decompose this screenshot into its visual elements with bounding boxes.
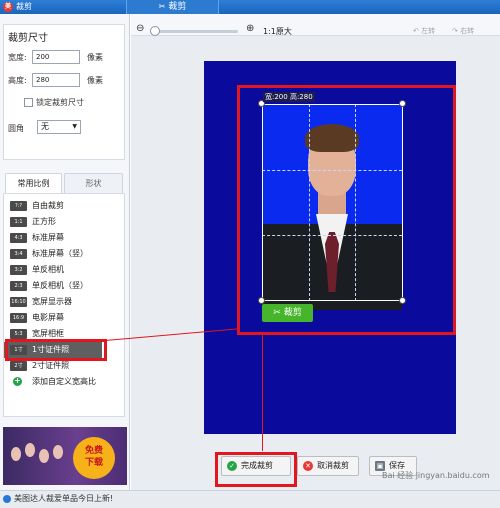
ratio-item-widescreen-monitor[interactable]: 16:10 宽屏显示器 (4, 294, 124, 310)
ad-line2: 下载 (84, 458, 103, 468)
finish-crop-label: 完成裁剪 (241, 461, 273, 470)
width-input[interactable]: 200 (32, 50, 80, 64)
ratio-item-movie-screen[interactable]: 16:9 电影屏幕 (4, 310, 124, 326)
annotation-arrow (262, 335, 263, 451)
tab-common-ratio[interactable]: 常用比例 (5, 173, 62, 193)
ratio-item-standard[interactable]: 4:3 标准屏幕 (4, 230, 124, 246)
ad-line1: 免费 (84, 446, 103, 456)
status-bar: 美图达人裁爱单品今日上新! (0, 490, 500, 508)
lock-size-label: 锁定裁剪尺寸 (36, 98, 84, 107)
ratio-item-standard-vertical[interactable]: 3:4 标准屏幕（竖） (4, 246, 124, 262)
watermark: Bai 经验 jingyan.baidu.com (382, 471, 490, 480)
ratio-free-icon: ?:? (10, 201, 27, 211)
rotate-right-button[interactable]: ↷ 右转 (452, 26, 474, 36)
width-label: 宽度: (8, 53, 27, 62)
cancel-crop-button[interactable]: ✕ 取消裁剪 (297, 456, 359, 476)
ratio-item-free[interactable]: ?:? 自由裁剪 (4, 198, 124, 214)
corner-label: 圆角 (8, 124, 24, 133)
ad-free-download-badge[interactable]: 免费 下载 (73, 437, 115, 479)
id-photo-icon: 2寸 (10, 361, 27, 371)
ratio-list: ?:? 自由裁剪 1:1 正方形 4:3 标准屏幕 3:4 标准屏幕（竖） 3:… (3, 193, 125, 417)
zoom-slider[interactable] (150, 30, 238, 33)
ratio-1-1-icon: 1:1 (10, 217, 27, 227)
close-icon: ✕ (303, 461, 313, 471)
ratio-item-label: 单反相机（竖） (32, 281, 88, 290)
ratio-4-3-icon: 4:3 (10, 233, 27, 243)
annotation-box-ratio (5, 339, 107, 361)
zoom-out-icon[interactable]: ⊖ (136, 23, 144, 34)
finish-crop-button[interactable]: ✓ 完成裁剪 (221, 456, 291, 476)
ratio-16-9-icon: 16:9 (10, 313, 27, 323)
add-custom-ratio-label: 添加自定义宽高比 (32, 377, 96, 386)
zoom-slider-handle[interactable] (150, 26, 160, 36)
ad-thumbnails (9, 439, 69, 475)
tab-shape[interactable]: 形状 (64, 173, 123, 193)
ratio-item-label: 正方形 (32, 217, 56, 226)
corner-select[interactable]: 无 ▼ (37, 120, 81, 134)
ad-banner[interactable]: 免费 下载 (3, 427, 127, 485)
height-label: 高度: (8, 76, 27, 85)
crop-size-title: 裁剪尺寸 (8, 33, 48, 44)
ratio-item-label: 自由裁剪 (32, 201, 64, 210)
rotate-left-button[interactable]: ↶ 左转 (413, 26, 435, 36)
ratio-item-label: 标准屏幕（竖） (32, 249, 88, 258)
ratio-tabs: 常用比例 形状 (3, 173, 125, 193)
width-unit: 像素 (87, 53, 103, 62)
plus-icon: + (13, 376, 22, 386)
zoom-in-icon[interactable]: ⊕ (246, 23, 254, 34)
lock-size-checkbox[interactable] (24, 98, 33, 107)
cancel-crop-label: 取消裁剪 (317, 461, 349, 470)
chevron-down-icon: ▼ (72, 123, 77, 130)
ratio-item-square[interactable]: 1:1 正方形 (4, 214, 124, 230)
height-unit: 像素 (87, 76, 103, 85)
app-title: 裁剪 (16, 2, 32, 11)
ratio-5-3-icon: 5:3 (10, 329, 27, 339)
ratio-item-label: 宽屏显示器 (32, 297, 72, 306)
annotation-box-crop (237, 85, 456, 335)
ratio-3-4-icon: 3:4 (10, 249, 27, 259)
ratio-3-2-icon: 3:2 (10, 265, 27, 275)
ratio-16-10-icon: 16:10 (10, 297, 27, 307)
crop-size-box: 裁剪尺寸 宽度: 200 像素 高度: 280 像素 锁定裁剪尺寸 圆角 无 ▼ (3, 24, 125, 160)
ratio-item-label: 标准屏幕 (32, 233, 64, 242)
height-input[interactable]: 280 (32, 73, 80, 87)
info-icon (3, 495, 11, 503)
app-logo-icon: 美 (3, 2, 13, 12)
ratio-2-3-icon: 2:3 (10, 281, 27, 291)
check-icon: ✓ (227, 461, 237, 471)
add-custom-ratio[interactable]: + 添加自定义宽高比 (4, 374, 124, 390)
corner-select-value: 无 (41, 122, 49, 131)
ratio-item-dslr-vertical[interactable]: 2:3 单反相机（竖） (4, 278, 124, 294)
ratio-item-dslr[interactable]: 3:2 单反相机 (4, 262, 124, 278)
scissors-icon: ✂ (158, 2, 166, 11)
status-text[interactable]: 美图达人裁爱单品今日上新! (14, 493, 113, 504)
left-panel: 裁剪尺寸 宽度: 200 像素 高度: 280 像素 锁定裁剪尺寸 圆角 无 ▼… (0, 14, 130, 490)
tab-crop-label: 裁剪 (168, 2, 187, 12)
title-bar: 美 裁剪 ✂ 裁剪 (0, 0, 500, 14)
ratio-item-label: 电影屏幕 (32, 313, 64, 322)
ratio-item-label: 单反相机 (32, 265, 64, 274)
tab-crop[interactable]: ✂ 裁剪 (126, 0, 219, 14)
